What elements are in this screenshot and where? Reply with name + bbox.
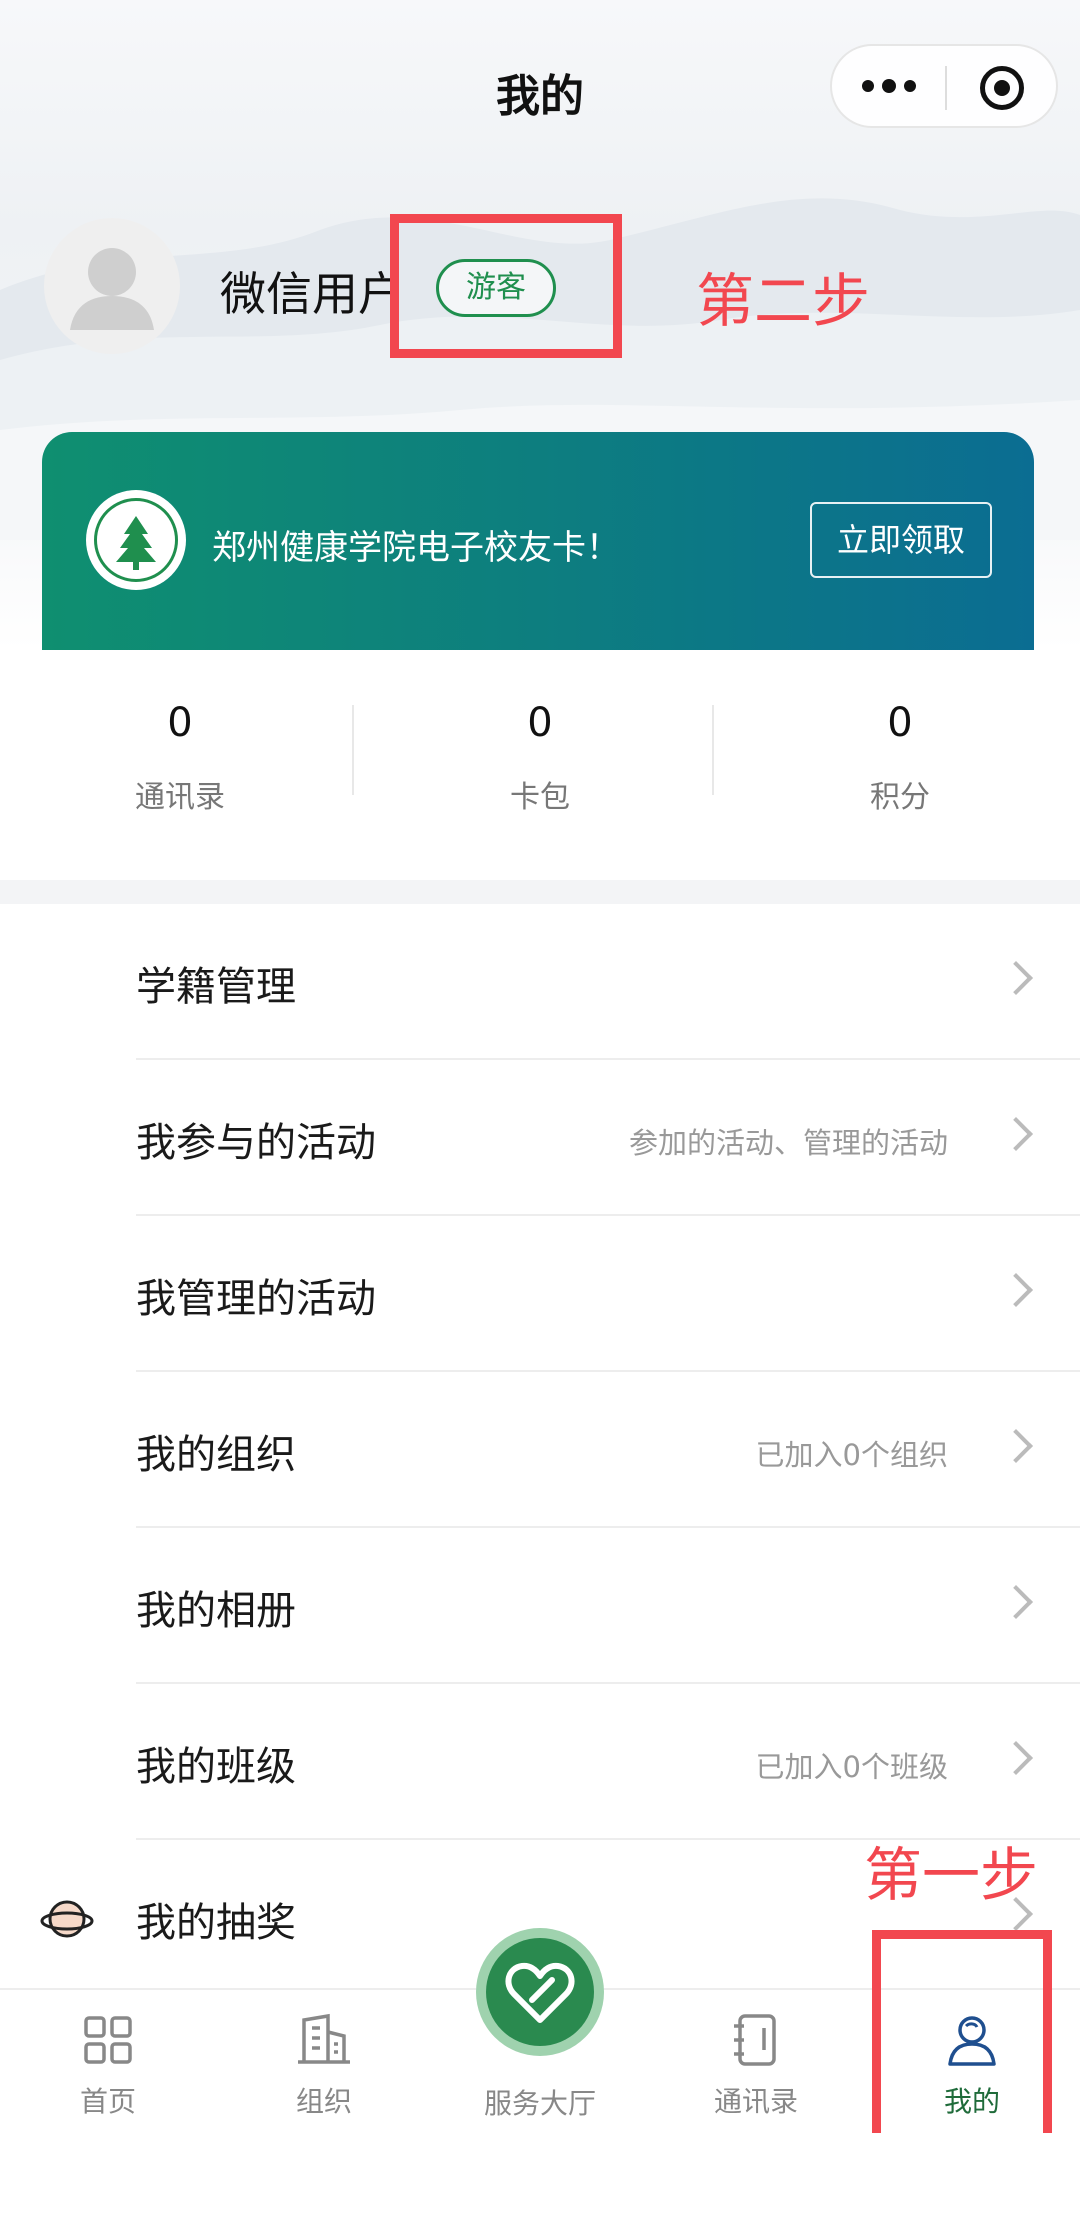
username: 微信用户 (220, 267, 404, 321)
school-logo (86, 490, 186, 590)
menu-item-joined-activities[interactable]: 我参与的活动 参加的活动、管理的活动 (0, 1060, 1080, 1216)
stat-value: 0 (167, 700, 193, 746)
user-silhouette-icon (70, 248, 154, 330)
stat-divider (712, 705, 714, 795)
menu-item-subtitle: 已加入0个班级 (755, 1750, 948, 1784)
stat-label: 卡包 (510, 780, 570, 815)
stat-label: 通讯录 (135, 780, 225, 815)
step2-annotation: 第二步 (696, 267, 871, 335)
tab-organization[interactable]: 组织 (216, 2010, 432, 2120)
stat-label: 积分 (870, 780, 930, 815)
building-icon (298, 2013, 350, 2064)
chevron-right-icon (999, 1117, 1033, 1151)
tab-label: 服务大厅 (483, 2087, 596, 2120)
tab-service-hall[interactable] (476, 1928, 604, 2056)
stat-value: 0 (887, 700, 913, 746)
chevron-right-icon (999, 961, 1033, 995)
close-target-icon[interactable] (980, 66, 1024, 110)
menu-item-subtitle: 已加入0个组织 (755, 1438, 948, 1472)
more-icon[interactable] (854, 58, 924, 114)
menu-item-student-records[interactable]: 学籍管理 (0, 904, 1080, 1060)
tab-home[interactable]: 首页 (0, 2010, 216, 2120)
stat-points[interactable]: 0 积分 (720, 700, 1080, 816)
tab-contacts[interactable]: 通讯录 (648, 2010, 864, 2120)
menu-item-label: 我的抽奖 (136, 1900, 296, 1946)
tab-label: 通讯录 (713, 2085, 798, 2118)
tab-label: 组织 (295, 2085, 352, 2118)
menu-item-my-organizations[interactable]: 我的组织 已加入0个组织 (0, 1372, 1080, 1528)
alumni-card-text: 郑州健康学院电子校友卡！ (212, 528, 620, 568)
stat-cards[interactable]: 0 卡包 (360, 700, 720, 816)
menu-item-subtitle: 参加的活动、管理的活动 (628, 1126, 948, 1160)
step1-highlight-box (872, 1930, 1052, 2146)
heart-icon (505, 1962, 575, 2023)
capsule-divider (945, 66, 947, 110)
claim-card-button[interactable]: 立即领取 (810, 502, 992, 578)
navigation-bar: 我的 (0, 40, 1080, 140)
chevron-right-icon (999, 1273, 1033, 1307)
menu-item-label: 我参与的活动 (136, 1120, 376, 1166)
step2-highlight-box (390, 214, 622, 358)
chevron-right-icon (999, 1741, 1033, 1775)
chevron-right-icon (999, 1429, 1033, 1463)
mini-program-capsule (830, 44, 1058, 128)
stats-row: 0 通讯录 0 卡包 0 积分 (0, 650, 1080, 880)
bottom-safe-area (0, 2133, 1080, 2224)
menu-item-label: 我的组织 (136, 1432, 296, 1478)
tab-label: 首页 (79, 2085, 136, 2118)
alumni-card-banner[interactable]: 郑州健康学院电子校友卡！ 立即领取 (42, 432, 1034, 650)
step1-annotation: 第一步 (864, 1841, 1039, 1909)
stat-contacts[interactable]: 0 通讯录 (0, 700, 360, 816)
menu-item-label: 我的相册 (136, 1588, 296, 1634)
menu-item-label: 我管理的活动 (136, 1276, 376, 1322)
chevron-right-icon (999, 1585, 1033, 1619)
menu-item-my-albums[interactable]: 我的相册 (0, 1528, 1080, 1684)
menu-item-label: 学籍管理 (136, 964, 296, 1010)
stat-value: 0 (527, 700, 553, 746)
menu-item-managed-activities[interactable]: 我管理的活动 (0, 1216, 1080, 1372)
lottery-planet-icon (40, 1900, 94, 1938)
contacts-icon (734, 2014, 776, 2066)
menu-item-my-classes[interactable]: 我的班级 已加入0个班级 (0, 1684, 1080, 1840)
grid-icon (84, 2016, 132, 2064)
section-gap (0, 880, 1080, 904)
stat-divider (352, 705, 354, 795)
tree-logo-icon (116, 516, 156, 570)
menu-item-label: 我的班级 (136, 1744, 296, 1790)
avatar[interactable] (44, 218, 180, 354)
